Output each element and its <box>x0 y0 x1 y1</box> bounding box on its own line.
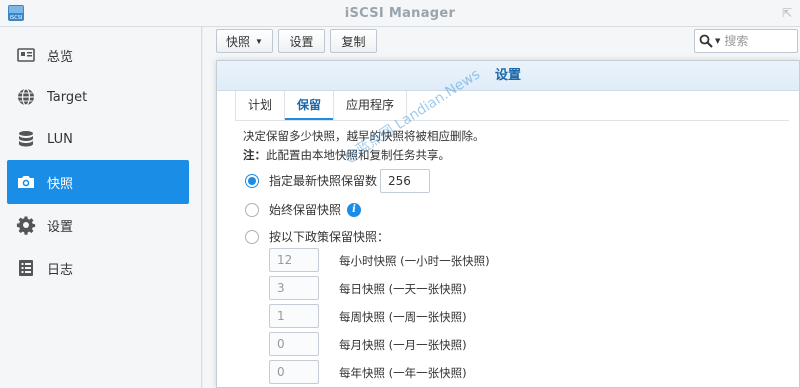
replicate-button[interactable]: 复制 <box>330 29 377 53</box>
option-keep-latest[interactable]: 指定最新快照保留数 <box>245 172 377 189</box>
search-icon <box>699 34 713 48</box>
hourly-input[interactable]: 12 <box>269 248 319 272</box>
tab-divider <box>235 120 789 121</box>
daily-label: 每日快照 (一天一张快照) <box>339 282 467 296</box>
monthly-input[interactable]: 0 <box>269 332 319 356</box>
database-icon <box>15 128 37 150</box>
yearly-label: 每年快照 (一年一张快照) <box>339 366 467 380</box>
tab-bar: 计划 保留 应用程序 <box>235 91 408 121</box>
sidebar-item-label: 快照 <box>47 176 74 192</box>
pin-icon[interactable]: ⇱ <box>782 6 792 20</box>
sidebar-item-snapshot[interactable]: 快照 <box>7 160 189 204</box>
sidebar-item-label: 总览 <box>47 49 74 65</box>
option-keep-latest-label: 指定最新快照保留数 <box>269 174 378 188</box>
note-prefix: 注： <box>243 148 266 162</box>
search-input[interactable] <box>724 34 795 48</box>
radio-keep-always[interactable] <box>245 202 259 217</box>
sidebar-item-settings[interactable]: 设置 <box>7 203 189 247</box>
title-bar: iSCSI iSCSI Manager ⇱ <box>0 0 800 27</box>
weekly-input[interactable]: 1 <box>269 304 319 328</box>
sidebar: 总览 Target LUN 快照 设置 日志 <box>0 27 202 388</box>
sidebar-item-label: 日志 <box>47 262 74 278</box>
camera-icon <box>15 171 37 193</box>
sidebar-item-label: LUN <box>47 131 73 147</box>
sidebar-item-overview[interactable]: 总览 <box>7 33 189 77</box>
tab-schedule[interactable]: 计划 <box>235 91 286 120</box>
tab-retention[interactable]: 保留 <box>285 91 335 121</box>
window-title: iSCSI Manager <box>344 6 456 21</box>
dialog-title: 设置 <box>217 61 799 91</box>
weekly-label: 每周快照 (一周一张快照) <box>339 310 467 324</box>
radio-keep-policy[interactable] <box>245 229 259 244</box>
caret-down-icon: ▼ <box>255 36 263 46</box>
option-keep-always[interactable]: 始终保留快照 i <box>245 201 362 218</box>
snapshot-dropdown-button[interactable]: 快照 ▼ <box>216 29 273 53</box>
search-box[interactable]: ▼ <box>694 29 798 53</box>
radio-keep-latest[interactable] <box>245 173 259 188</box>
daily-input[interactable]: 3 <box>269 276 319 300</box>
settings-dialog: 设置 计划 保留 应用程序 决定保留多少快照，越早的快照将被相应删除。 注：此配… <box>216 60 800 388</box>
yearly-input[interactable]: 0 <box>269 360 319 384</box>
gear-icon <box>15 214 37 236</box>
hourly-label: 每小时快照 (一小时一张快照) <box>339 254 490 268</box>
settings-button[interactable]: 设置 <box>278 29 325 53</box>
sidebar-item-log[interactable]: 日志 <box>7 246 189 290</box>
globe-icon <box>15 86 37 108</box>
overview-icon <box>15 44 37 66</box>
option-keep-always-label: 始终保留快照 <box>269 203 342 217</box>
sidebar-item-lun[interactable]: LUN <box>7 117 189 161</box>
monthly-label: 每月快照 (一月一张快照) <box>339 338 467 352</box>
search-caret-icon: ▼ <box>715 37 721 45</box>
keep-latest-input[interactable]: 256 <box>380 169 430 193</box>
sidebar-item-label: Target <box>47 89 88 105</box>
sidebar-item-label: 设置 <box>47 219 74 235</box>
option-keep-policy-label: 按以下政策保留快照： <box>269 230 390 244</box>
sidebar-item-target[interactable]: Target <box>7 75 189 119</box>
info-icon[interactable]: i <box>347 202 362 217</box>
log-icon <box>15 257 37 279</box>
option-keep-policy[interactable]: 按以下政策保留快照： <box>245 228 389 245</box>
